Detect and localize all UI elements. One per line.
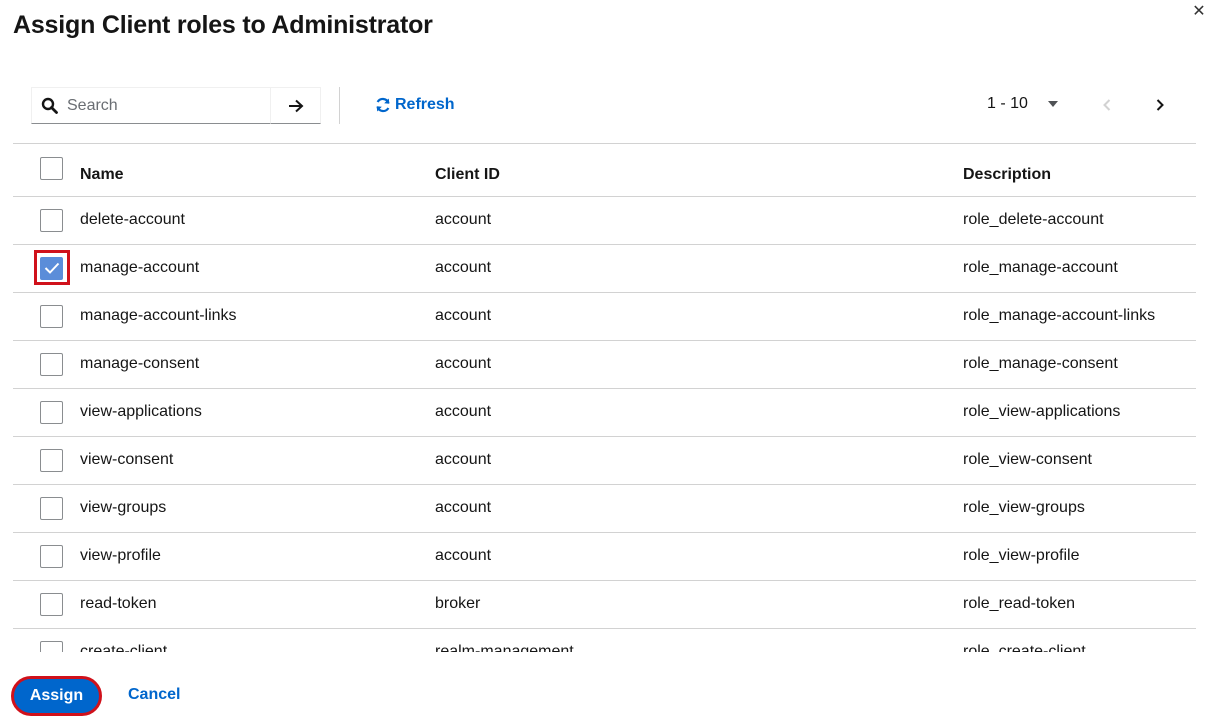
toolbar: Refresh 1 - 10 [31,87,1196,124]
row-select-cell [13,387,80,436]
row-select-cell [13,195,80,244]
role-client-id: account [435,291,963,340]
modal-title: Assign Client roles to Administrator [13,11,433,39]
refresh-label: Refresh [395,96,455,113]
assign-button[interactable]: Assign [11,676,102,716]
role-client-id: account [435,243,963,292]
table-row: view-applications account role_view-applic… [13,387,1196,436]
cancel-button[interactable]: Cancel [128,686,180,704]
search-submit-button[interactable] [270,87,321,124]
role-description: role_view-applications [963,387,1196,436]
check-icon [44,262,59,274]
pagination-toggle[interactable]: 1 - 10 [987,95,1058,113]
role-name: create-client [80,627,435,652]
role-description: role_manage-account [963,243,1196,292]
header-select-cell [13,144,80,196]
role-client-id: account [435,531,963,580]
search-input[interactable] [67,94,267,118]
role-description: role_create-client [963,627,1196,652]
row-select-cell [13,243,80,292]
row-select-cell [13,291,80,340]
column-header-client-id[interactable]: Client ID [435,144,963,196]
row-checkbox[interactable] [40,256,63,280]
role-name: view-groups [80,483,435,532]
role-client-id: realm-management [435,627,963,652]
refresh-icon [376,97,390,113]
row-checkbox[interactable] [40,208,63,232]
row-checkbox[interactable] [40,400,63,424]
column-header-name[interactable]: Name [80,144,435,196]
role-name: manage-account [80,243,435,292]
role-name: view-consent [80,435,435,484]
row-select-cell [13,483,80,532]
row-checkbox[interactable] [40,448,63,472]
row-select-cell [13,339,80,388]
row-checkbox[interactable] [40,496,63,520]
search-icon [41,97,58,114]
table-row: read-token broker role_read-token [13,579,1196,628]
role-client-id: account [435,195,963,244]
table-row: view-groups account role_view-groups [13,483,1196,532]
role-name: delete-account [80,195,435,244]
role-client-id: account [435,435,963,484]
caret-down-icon [1047,101,1058,107]
role-name: read-token [80,579,435,628]
role-name: view-applications [80,387,435,436]
close-icon: ✕ [1192,3,1206,20]
role-description: role_manage-account-links [963,291,1196,340]
role-client-id: account [435,339,963,388]
role-name: view-profile [80,531,435,580]
role-name: manage-account-links [80,291,435,340]
row-checkbox[interactable] [40,304,63,328]
row-checkbox[interactable] [40,592,63,616]
row-checkbox[interactable] [40,544,63,568]
refresh-button[interactable]: Refresh [375,94,455,116]
table-row: view-consent account role_view-consent [13,435,1196,484]
table-header-row: Name Client ID Description [13,144,1196,196]
chevron-right-icon [1156,99,1164,111]
table-row: manage-account-links account role_manage-a… [13,291,1196,340]
table-row: manage-consent account role_manage-consent [13,339,1196,388]
row-select-cell [13,531,80,580]
roles-table: Name Client ID Description delete-accoun… [13,143,1196,652]
table-row: create-client realm-management role_create… [13,627,1196,652]
role-description: role_view-consent [963,435,1196,484]
row-select-cell [13,579,80,628]
role-description: role_manage-consent [963,339,1196,388]
row-select-cell [13,435,80,484]
table-row: delete-account account role_delete-account [13,195,1196,244]
chevron-left-icon [1103,99,1111,111]
role-client-id: broker [435,579,963,628]
role-description: role_view-profile [963,531,1196,580]
row-select-cell [13,627,80,652]
role-client-id: account [435,483,963,532]
close-button[interactable]: ✕ [1191,4,1207,20]
table-row: view-profile account role_view-profile [13,531,1196,580]
select-all-checkbox[interactable] [40,157,63,180]
previous-page-button[interactable] [1099,95,1115,115]
row-checkbox[interactable] [40,640,63,652]
role-name: manage-consent [80,339,435,388]
role-description: role_view-groups [963,483,1196,532]
search-box [31,87,271,124]
role-description: role_delete-account [963,195,1196,244]
next-page-button[interactable] [1152,95,1168,115]
pagination-range: 1 - 10 [987,95,1028,112]
role-client-id: account [435,387,963,436]
role-description: role_read-token [963,579,1196,628]
toolbar-divider [339,87,340,124]
row-checkbox[interactable] [40,352,63,376]
arrow-right-icon [288,99,303,112]
table-row: manage-account account role_manage-account [13,243,1196,292]
column-header-description[interactable]: Description [963,144,1196,196]
